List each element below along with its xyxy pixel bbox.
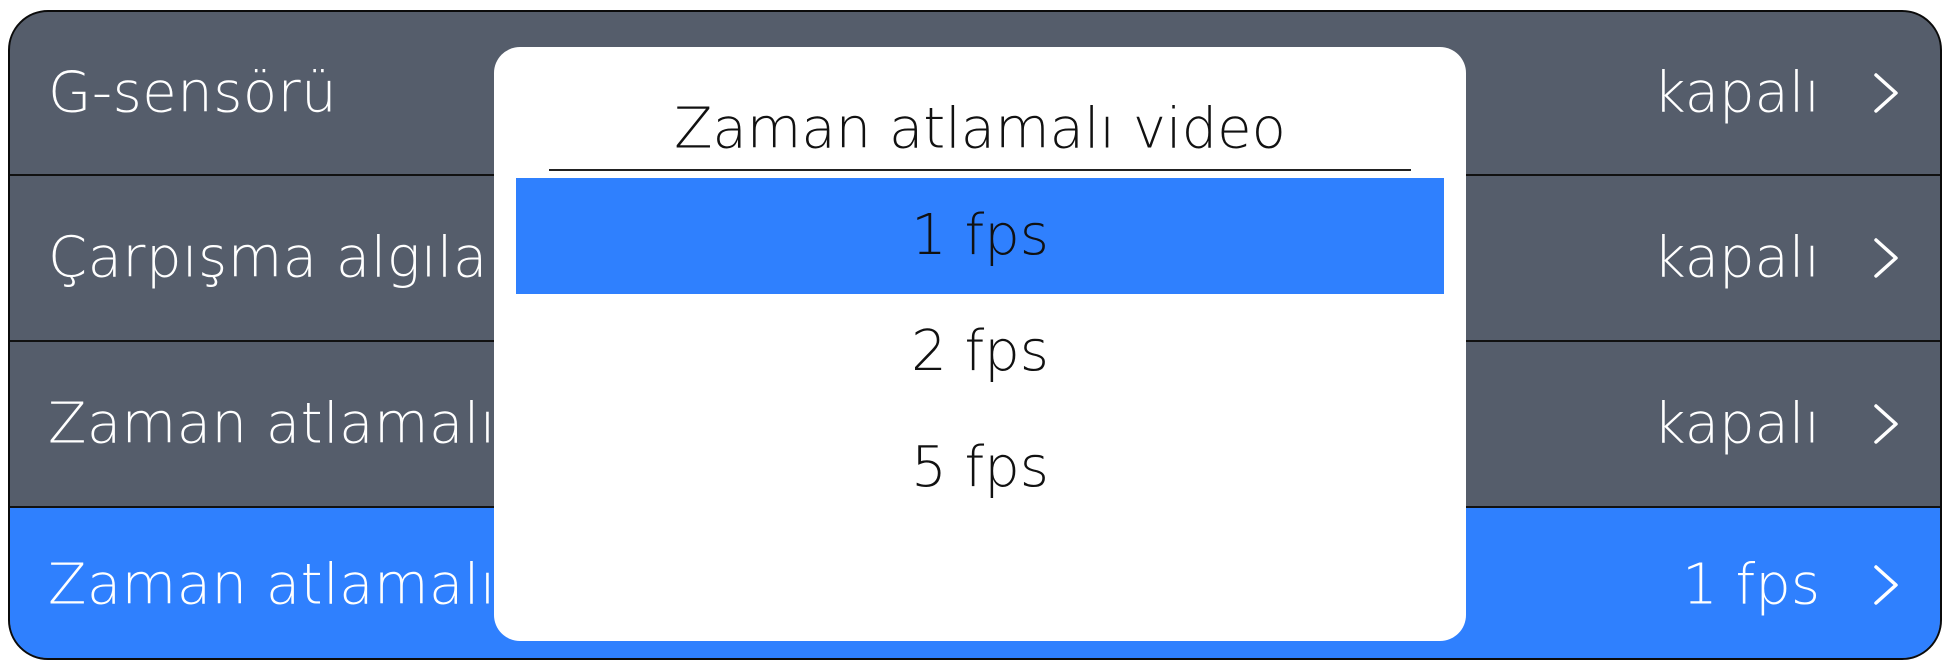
row-value: kapalı [1653, 60, 1820, 126]
row-value: kapalı [1653, 391, 1820, 457]
option-5-fps[interactable]: 5 fps [516, 410, 1444, 526]
dialog-title: Zaman atlamalı video [674, 96, 1286, 162]
dialog-divider [549, 169, 1411, 171]
chevron-right-icon [1860, 399, 1910, 449]
row-value: 1 fps [1682, 552, 1820, 618]
fps-picker-dialog: Zaman atlamalı video 1 fps 2 fps 5 fps [494, 47, 1466, 641]
option-1-fps[interactable]: 1 fps [516, 178, 1444, 294]
chevron-right-icon [1860, 560, 1910, 610]
row-value: kapalı [1653, 225, 1820, 291]
chevron-right-icon [1860, 68, 1910, 118]
chevron-right-icon [1860, 233, 1910, 283]
row-label: G-sensörü [48, 60, 338, 126]
option-2-fps[interactable]: 2 fps [516, 294, 1444, 410]
